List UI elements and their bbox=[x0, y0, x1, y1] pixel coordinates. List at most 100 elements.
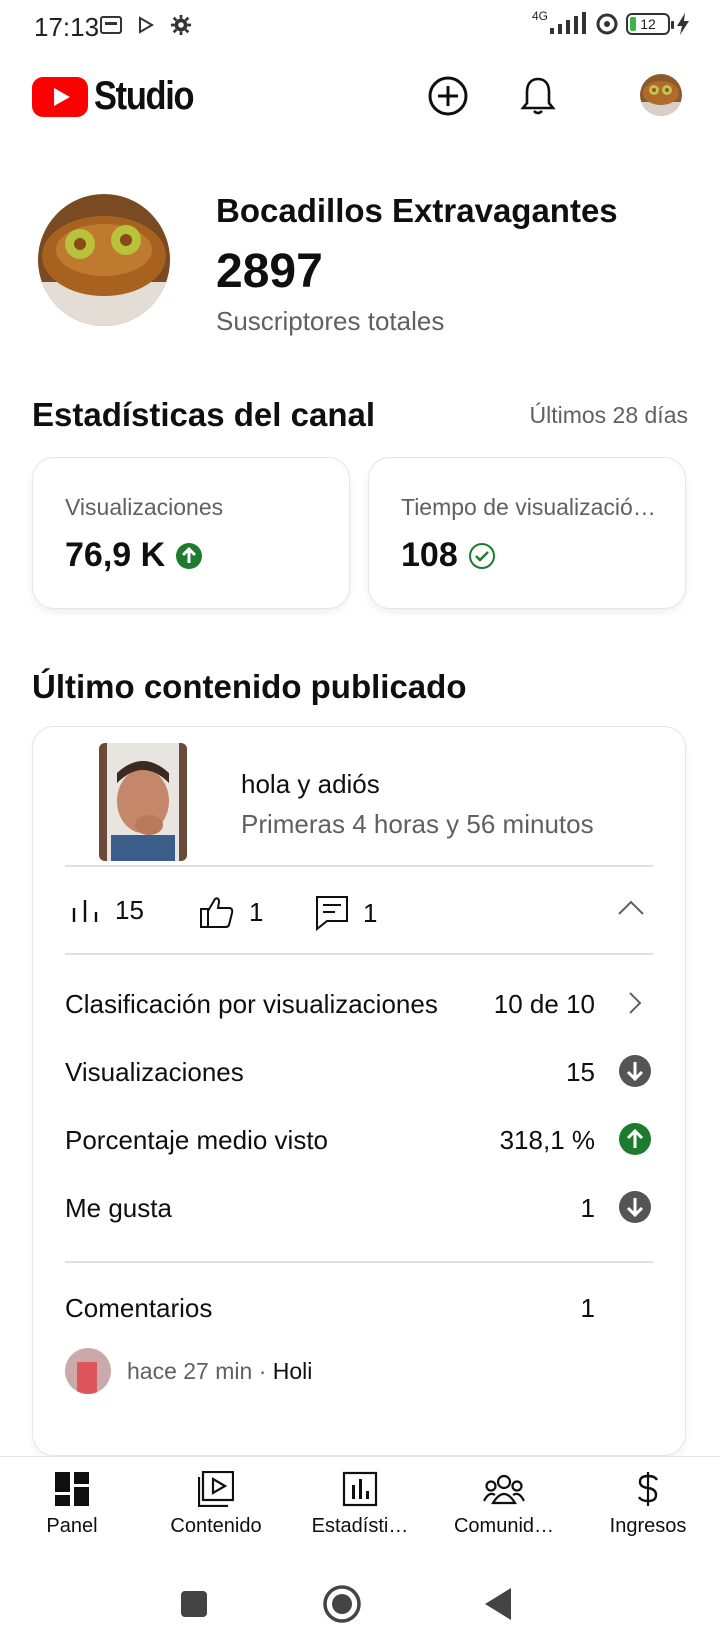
comment-text: Holi bbox=[272, 1357, 313, 1384]
channel-stats-title: Estadísticas del canal bbox=[32, 396, 376, 433]
stats-period: Últimos 28 días bbox=[529, 402, 688, 428]
commenter-avatar bbox=[65, 1348, 111, 1394]
watch-time-stat-label: Tiempo de visualización (horas) bbox=[401, 494, 661, 520]
divider bbox=[65, 953, 653, 955]
trend-down-icon bbox=[617, 1189, 653, 1225]
nav-panel-label: Panel bbox=[46, 1515, 98, 1537]
avg-percent-label: Porcentaje medio visto bbox=[65, 1125, 329, 1155]
subscriber-label: Suscriptores totales bbox=[216, 306, 445, 336]
account-avatar-image bbox=[640, 74, 682, 116]
watch-time-stat-value: 108 bbox=[401, 536, 458, 574]
nav-content[interactable]: Contenido bbox=[144, 1471, 288, 1538]
status-bar: 17:13 4G 12 bbox=[0, 0, 720, 54]
comment-icon bbox=[316, 896, 348, 931]
community-icon bbox=[483, 1474, 525, 1505]
bottom-navigation: Panel Contenido Estadísti… Comunid… Ingr… bbox=[0, 1456, 720, 1556]
battery-level: 12 bbox=[640, 16, 656, 32]
earn-icon bbox=[637, 1472, 659, 1506]
video-metrics-row: 15 1 1 bbox=[65, 879, 653, 949]
notifications-button[interactable] bbox=[514, 72, 562, 120]
signal-icon bbox=[550, 12, 586, 34]
ranking-row[interactable]: Clasificación por visualizaciones 10 de … bbox=[65, 985, 653, 1025]
system-navigation-bar bbox=[0, 1556, 720, 1650]
views-stat-card[interactable]: Visualizaciones 76,9 K bbox=[32, 457, 350, 609]
network-type: 4G bbox=[531, 9, 548, 23]
likes-metric-value: 1 bbox=[249, 896, 264, 927]
collapse-button[interactable] bbox=[617, 899, 645, 922]
video-title[interactable]: hola y adiós bbox=[241, 769, 380, 800]
bar-chart-icon bbox=[72, 899, 98, 922]
views-detail-row: Visualizaciones 15 bbox=[65, 1053, 653, 1093]
status-time: 17:13 bbox=[34, 12, 100, 42]
divider bbox=[65, 865, 653, 867]
trend-up-icon bbox=[617, 1121, 653, 1157]
home-button[interactable] bbox=[320, 1582, 364, 1626]
channel-avatar-image bbox=[38, 194, 170, 326]
views-detail-label: Visualizaciones bbox=[65, 1057, 244, 1087]
channel-name: Bocadillos Extravagantes bbox=[216, 192, 618, 229]
youtube-play-icon bbox=[32, 76, 88, 117]
comments-metric-value: 1 bbox=[363, 897, 378, 928]
analytics-icon bbox=[342, 1471, 378, 1507]
app-bar: Studio bbox=[0, 58, 720, 138]
nav-earn-label: Ingresos bbox=[609, 1515, 687, 1537]
create-button[interactable] bbox=[424, 72, 472, 120]
check-circle-icon bbox=[468, 542, 495, 569]
hotspot-icon bbox=[596, 13, 618, 35]
screen-record-icon bbox=[100, 16, 122, 34]
nav-community[interactable]: Comunid… bbox=[432, 1471, 576, 1538]
youtube-studio-logo[interactable]: Studio bbox=[32, 74, 209, 119]
square-icon bbox=[181, 1591, 207, 1617]
comments-row[interactable]: Comentarios 1 bbox=[65, 1289, 653, 1329]
likes-metric: 1 bbox=[199, 895, 263, 929]
bell-icon bbox=[520, 77, 556, 115]
trend-up-icon bbox=[176, 542, 203, 569]
divider bbox=[65, 1261, 653, 1263]
video-subtitle: Primeras 4 horas y 56 minutos bbox=[241, 809, 594, 839]
comment-item[interactable]: hace 27 min · Holi bbox=[65, 1347, 653, 1395]
charging-icon bbox=[677, 13, 689, 35]
latest-content-title: Último contenido publicado bbox=[32, 668, 467, 705]
comment-meta: hace 27 min · bbox=[127, 1357, 273, 1384]
video-thumbnail[interactable] bbox=[99, 743, 187, 861]
likes-detail-label: Me gusta bbox=[65, 1193, 172, 1223]
thumbs-up-icon bbox=[200, 897, 234, 928]
views-stat-value: 76,9 K bbox=[65, 536, 166, 574]
nav-panel[interactable]: Panel bbox=[0, 1471, 144, 1538]
avg-percent-row: Porcentaje medio visto 318,1 % bbox=[65, 1121, 653, 1161]
ranking-label: Clasificación por visualizaciones bbox=[65, 989, 438, 1019]
add-circle-icon bbox=[428, 76, 468, 116]
nav-community-label: Comunid… bbox=[453, 1515, 555, 1537]
comments-metric: 1 bbox=[315, 895, 377, 931]
views-metric-value: 15 bbox=[115, 895, 144, 925]
account-avatar[interactable] bbox=[640, 74, 682, 116]
nav-earn[interactable]: Ingresos bbox=[576, 1471, 720, 1538]
comments-count: 1 bbox=[580, 1293, 595, 1323]
dashboard-icon bbox=[55, 1472, 89, 1506]
nav-content-label: Contenido bbox=[170, 1515, 262, 1537]
play-store-icon bbox=[139, 16, 154, 34]
likes-detail-value: 1 bbox=[580, 1193, 595, 1223]
ranking-value: 10 de 10 bbox=[493, 989, 595, 1019]
latest-content-card: hola y adiós Primeras 4 horas y 56 minut… bbox=[32, 726, 686, 1456]
nav-analytics-label: Estadísti… bbox=[311, 1515, 409, 1537]
views-metric: 15 bbox=[71, 895, 144, 926]
chevron-right-icon bbox=[617, 985, 653, 1021]
recents-button[interactable] bbox=[172, 1582, 216, 1626]
content-icon bbox=[198, 1471, 234, 1507]
back-button[interactable] bbox=[476, 1582, 520, 1626]
video-thumbnail-image bbox=[99, 743, 187, 861]
likes-detail-row: Me gusta 1 bbox=[65, 1189, 653, 1229]
comments-label: Comentarios bbox=[65, 1293, 213, 1323]
back-triangle-icon bbox=[485, 1588, 511, 1620]
watch-time-stat-card[interactable]: Tiempo de visualización (horas) 108 bbox=[368, 457, 686, 609]
battery-icon: 12 bbox=[626, 13, 674, 35]
settings-gear-icon bbox=[170, 14, 192, 36]
avg-percent-value: 318,1 % bbox=[499, 1125, 595, 1155]
subscriber-count: 2897 bbox=[216, 245, 323, 298]
nav-analytics[interactable]: Estadísti… bbox=[288, 1471, 432, 1538]
views-detail-value: 15 bbox=[566, 1057, 595, 1087]
channel-avatar[interactable] bbox=[38, 194, 170, 326]
chevron-up-icon bbox=[618, 900, 644, 915]
trend-down-icon bbox=[617, 1053, 653, 1089]
